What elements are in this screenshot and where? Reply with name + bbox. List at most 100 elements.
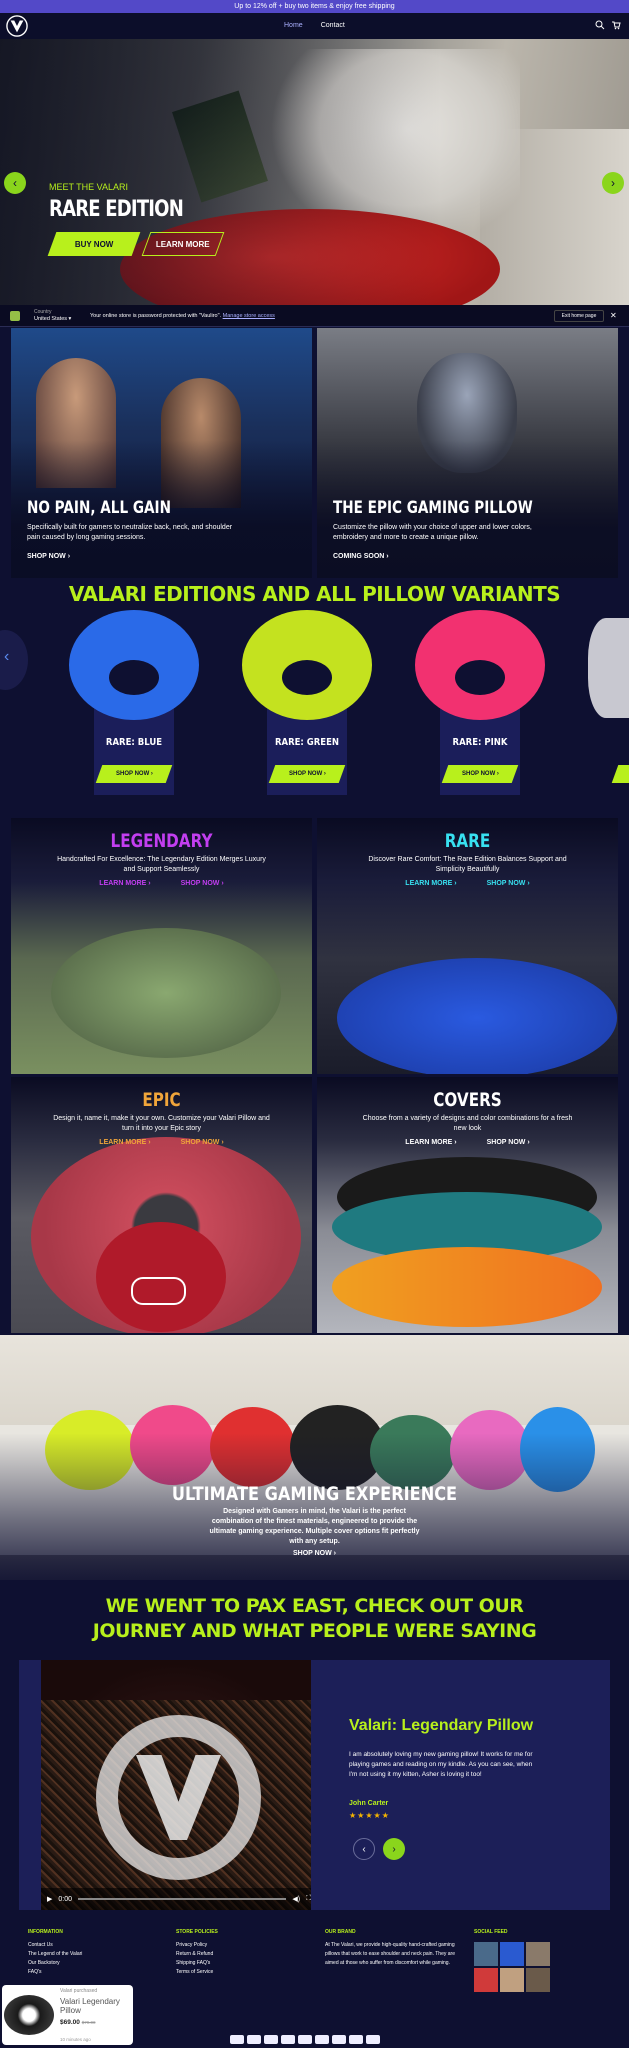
orange-cover-image (332, 1247, 602, 1327)
learn-more-link[interactable]: LEARN MORE › (99, 880, 150, 887)
shop-now-button[interactable]: SHOP NOW › (268, 765, 346, 783)
hero-next-button[interactable]: › (602, 172, 624, 194)
learn-more-link[interactable]: LEARN MORE › (99, 1139, 150, 1146)
testimonial-product: Valari: Legendary Pillow (349, 1717, 534, 1734)
promo-card-no-pain[interactable]: NO PAIN, ALL GAIN Specifically built for… (11, 328, 312, 578)
edition-body: Discover Rare Comfort: The Rare Edition … (368, 856, 567, 873)
volume-icon[interactable]: ◀) (292, 1895, 300, 1903)
edition-body: Design it, name it, make it your own. Cu… (53, 1115, 270, 1132)
chevron-left-icon: ‹ (362, 1843, 366, 1855)
social-post[interactable] (474, 1942, 498, 1966)
edition-card-covers[interactable]: COVERS Choose from a variety of designs … (317, 1077, 618, 1333)
pax-title-line-2: JOURNEY AND WHAT PEOPLE WERE SAYING (92, 1620, 537, 1642)
chevron-right-icon: › (392, 1843, 396, 1855)
country-select[interactable]: United States ▾ (34, 316, 71, 322)
social-post[interactable] (474, 1968, 498, 1992)
shop-now-link[interactable]: SHOP NOW › (0, 1550, 629, 1557)
social-feed-grid (474, 1942, 554, 1992)
footer-link[interactable]: FAQ's (28, 1968, 82, 1977)
grey-pillow-image (588, 618, 629, 718)
variants-prev-button[interactable]: ‹ (0, 630, 28, 690)
social-post[interactable] (500, 1942, 524, 1966)
social-post[interactable] (500, 1968, 524, 1992)
chevron-right-icon: › (611, 176, 615, 190)
footer-link[interactable]: The Legend of the Valari (28, 1950, 82, 1959)
testimonial-next-button[interactable]: › (383, 1838, 405, 1860)
diners-icon (264, 2035, 278, 2044)
shop-now-link[interactable]: SHOP NOW › (27, 553, 70, 560)
variant-card-blue[interactable]: RARE: BLUE SHOP NOW › (69, 610, 199, 795)
buy-now-button[interactable]: BUY NOW (47, 232, 141, 256)
edition-title: LEGENDARY (110, 830, 213, 852)
footer-brand-text: At The Valari, we provide high-quality h… (325, 1942, 455, 1966)
footer-info-heading: INFORMATION (28, 1929, 63, 1935)
footer-link[interactable]: Privacy Policy (176, 1941, 218, 1950)
edition-title: RARE (444, 830, 491, 852)
footer-social-heading: SOCIAL FEED (474, 1929, 508, 1935)
learn-more-button[interactable]: LEARN MORE (141, 232, 225, 256)
blue-pillow-image (69, 610, 199, 720)
shop-now-link[interactable]: SHOP NOW › (181, 880, 224, 887)
rating-stars-icon: ★★★★★ (349, 1811, 390, 1820)
announcement-bar: Up to 12% off + buy two items & enjoy fr… (0, 0, 629, 13)
edition-card-legendary[interactable]: LEGENDARY Handcrafted For Excellence: Th… (11, 818, 312, 1074)
popup-tag: Valari purchased (60, 1988, 98, 1994)
search-icon[interactable] (595, 20, 605, 30)
shop-now-link[interactable]: SHOP NOW › (487, 1139, 530, 1146)
hero-kicker: MEET THE VALARI (49, 182, 129, 192)
recent-purchase-popup[interactable]: Valari purchased Valari Legendary Pillow… (2, 1985, 133, 2045)
popup-price: $69.00 $79.00 (60, 2019, 96, 2026)
manage-store-link[interactable]: Manage store access (223, 313, 275, 319)
edition-title: EPIC (142, 1089, 181, 1111)
shop-now-button[interactable]: SHOP NOW › (441, 765, 519, 783)
shop-now-link[interactable]: SHOP NOW › (181, 1139, 224, 1146)
edition-card-rare[interactable]: RARE Discover Rare Comfort: The Rare Edi… (317, 818, 618, 1074)
mastercard-icon (315, 2035, 329, 2044)
promo-title: NO PAIN, ALL GAIN (27, 498, 171, 518)
promo-card-epic[interactable]: THE EPIC GAMING PILLOW Customize the pil… (317, 328, 618, 578)
fullscreen-icon[interactable]: ⛶ (306, 1895, 311, 1903)
variant-label: RARE: BLUE (105, 737, 163, 748)
exit-home-page-button[interactable]: Exit home page (554, 310, 604, 322)
social-post[interactable] (526, 1968, 550, 1992)
password-message: Your online store is password protected … (90, 313, 275, 319)
password-protection-bar: Country United States ▾ Your online stor… (0, 305, 629, 327)
coming-soon-link[interactable]: COMING SOON › (333, 553, 389, 560)
footer-link[interactable]: Our Backstory (28, 1959, 82, 1968)
pax-video-player[interactable]: ▶ 0:00 ◀) ⛶ (41, 1660, 311, 1910)
footer-link[interactable]: Contact Us (28, 1941, 82, 1950)
learn-more-link[interactable]: LEARN MORE › (405, 1139, 456, 1146)
shop-now-button[interactable]: SHOP NOW › (95, 765, 173, 783)
close-icon[interactable]: ✕ (610, 311, 617, 320)
learn-more-link[interactable]: LEARN MORE › (405, 880, 456, 887)
pax-title-line-1: WE WENT TO PAX EAST, CHECK OUT OUR (105, 1595, 524, 1617)
edition-card-epic[interactable]: EPIC Design it, name it, make it your ow… (11, 1077, 312, 1333)
video-time: 0:00 (58, 1895, 73, 1903)
brand-logo[interactable] (6, 15, 28, 37)
social-post[interactable] (526, 1942, 550, 1966)
nav-contact[interactable]: Contact (321, 22, 345, 29)
cart-icon[interactable] (611, 20, 621, 30)
edition-title: COVERS (433, 1089, 502, 1111)
footer-link[interactable]: Return & Refund (176, 1950, 218, 1959)
variant-card-green[interactable]: RARE: GREEN SHOP NOW › (242, 610, 372, 795)
promo-title: THE EPIC GAMING PILLOW (333, 498, 533, 518)
nav-home[interactable]: Home (284, 22, 303, 29)
popup-product-image (4, 1995, 54, 2035)
hero-prev-button[interactable]: ‹ (4, 172, 26, 194)
hero-banner: MEET THE VALARI RARE EDITION BUY NOW LEA… (0, 39, 629, 305)
edition-body: Handcrafted For Excellence: The Legendar… (57, 856, 266, 873)
site-header: Home Contact (0, 13, 629, 39)
variant-card-pink[interactable]: RARE: PINK SHOP NOW › (415, 610, 545, 795)
shop-now-link[interactable]: SHOP NOW › (487, 880, 530, 887)
valari-watermark-logo (96, 1715, 261, 1880)
play-icon[interactable]: ▶ (47, 1895, 52, 1903)
chevron-left-icon: ‹ (4, 648, 10, 665)
testimonial-prev-button[interactable]: ‹ (353, 1838, 375, 1860)
country-label: Country (34, 309, 52, 315)
visa-icon (366, 2035, 380, 2044)
experience-banner: ULTIMATE GAMING EXPERIENCE Designed with… (0, 1335, 629, 1580)
rare-pillow-image (337, 958, 617, 1074)
footer-link[interactable]: Shipping FAQ's (176, 1959, 218, 1968)
footer-link[interactable]: Terms of Service (176, 1968, 218, 1977)
